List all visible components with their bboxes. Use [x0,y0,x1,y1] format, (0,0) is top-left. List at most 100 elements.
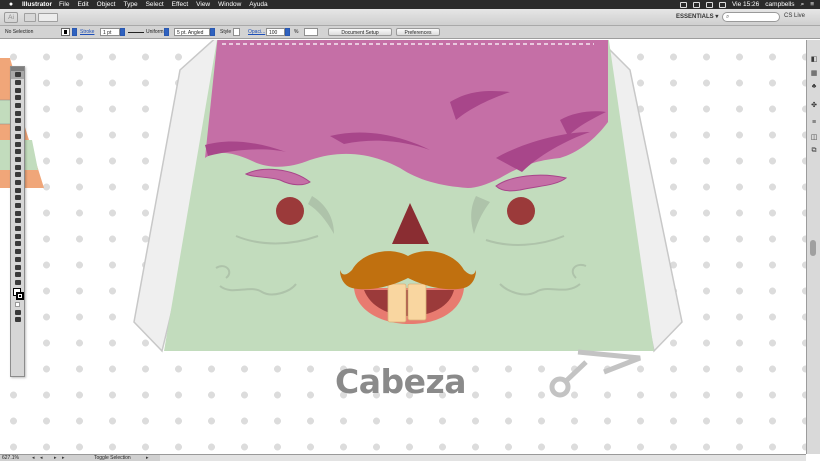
bridge-button[interactable] [24,13,36,22]
stroke-label[interactable]: Stroke [80,28,94,36]
brush-definition-field[interactable]: 5 pt. Angled [174,28,210,36]
rectangle-tool-icon[interactable] [11,125,24,133]
preferences-button[interactable]: Preferences [396,28,440,36]
fill-color-swatch[interactable] [61,28,70,36]
draw-mode-icon[interactable] [11,308,24,316]
width-tool-icon[interactable] [11,179,24,187]
eraser-tool-icon[interactable] [11,156,24,164]
graphic-style-swatch[interactable] [233,28,240,36]
status-selection-mode[interactable]: Toggle Selection [94,455,131,461]
battery-icon[interactable] [718,1,726,8]
magic-wand-tool-icon[interactable] [11,86,24,94]
direct-selection-tool-icon[interactable] [11,79,24,87]
stroke-profile-label[interactable]: Uniform [146,28,164,36]
menubar-user[interactable]: campbells [765,1,794,8]
mesh-tool-icon[interactable] [11,209,24,217]
color-panel-icon[interactable]: ◧ [809,54,819,63]
pencil-tool-icon[interactable] [11,140,24,148]
symbol-sprayer-tool-icon[interactable] [11,240,24,248]
wifi-icon[interactable] [692,1,700,8]
menubar-clock[interactable]: Vie 15:26 [732,1,759,8]
perspective-grid-tool-icon[interactable] [11,202,24,210]
column-graph-tool-icon[interactable] [11,248,24,256]
artboard-tool-icon[interactable] [11,256,24,264]
opacity-field[interactable]: 100 [266,28,285,36]
stroke-profile-dropdown[interactable] [164,28,169,36]
gradient-tool-icon[interactable] [11,217,24,225]
cabeza-label: Cabeza [335,362,466,401]
menu-effect[interactable]: Effect [172,1,189,8]
dropbox-icon[interactable] [679,1,687,8]
appearance-panel-icon[interactable]: ◫ [809,132,819,141]
vertical-scrollbar[interactable] [810,240,816,256]
arrange-documents-button[interactable] [38,13,58,22]
notification-list-icon[interactable]: ≡ [810,1,814,8]
stroke-panel-icon[interactable]: ≡ [809,118,819,127]
layers-panel-icon[interactable]: ⧉ [809,146,819,155]
free-transform-tool-icon[interactable] [11,186,24,194]
status-menu-icon[interactable]: ▸ [146,456,151,461]
menu-type[interactable]: Type [123,1,137,8]
illustrator-logo: Ai [4,12,18,23]
stroke-weight-dropdown[interactable] [120,28,125,36]
none-color-button[interactable] [15,302,20,308]
recolor-artwork-button[interactable] [304,28,318,36]
menu-app-name[interactable]: Illustrator [22,1,52,8]
type-tool-icon[interactable] [11,109,24,117]
menu-edit[interactable]: Edit [77,1,88,8]
selection-tool-icon[interactable] [11,71,24,79]
volume-icon[interactable] [705,1,713,8]
previous-artboard-icon[interactable]: ◂ [40,456,45,461]
stroke-weight-field[interactable]: 1 pt [100,28,120,36]
pen-tool-icon[interactable] [11,102,24,110]
swatches-panel-icon[interactable]: ▦ [809,68,819,77]
stroke-swatch[interactable] [16,292,24,301]
menu-select[interactable]: Select [146,1,164,8]
line-segment-tool-icon[interactable] [11,117,24,125]
blob-brush-tool-icon[interactable] [11,148,24,156]
help-search-input[interactable]: ⌕ [722,12,780,22]
zoom-level[interactable]: 627.1% [2,455,19,461]
menu-window[interactable]: Window [218,1,241,8]
blend-tool-icon[interactable] [11,232,24,240]
horizontal-scrollbar[interactable] [160,455,806,461]
search-icon: ⌕ [726,14,730,20]
right-tooth [407,283,427,321]
scale-tool-icon[interactable] [11,171,24,179]
status-bar: 627.1% ◂ ◂ ▸ ▸ Toggle Selection ▸ [0,454,806,461]
left-tooth [387,283,407,323]
lasso-tool-icon[interactable] [11,94,24,102]
tools-panel [10,66,25,377]
fill-stroke-controls [11,286,24,308]
opacity-label[interactable]: Opaci... [248,28,265,36]
right-eye [507,197,535,225]
symbols-panel-icon[interactable]: ✤ [809,100,819,109]
brush-dropdown[interactable] [210,28,215,36]
screen-mode-icon[interactable] [11,316,24,324]
next-artboard-icon[interactable]: ▸ [54,456,59,461]
panel-dock: ◧ ▦ ♣ ✤ ≡ ◫ ⧉ [806,40,820,454]
menu-file[interactable]: File [59,1,69,8]
fill-dropdown-button[interactable] [72,28,77,36]
eyedropper-tool-icon[interactable] [11,225,24,233]
zoom-tool-icon[interactable] [11,279,24,287]
brushes-panel-icon[interactable]: ♣ [809,82,819,91]
apple-logo-icon[interactable]: ● [6,1,16,8]
first-artboard-icon[interactable]: ◂ [32,456,37,461]
document-setup-button[interactable]: Document Setup [328,28,392,36]
workspace-switcher[interactable]: ESSENTIALS ▾ [676,13,718,20]
slice-tool-icon[interactable] [11,263,24,271]
last-artboard-icon[interactable]: ▸ [62,456,67,461]
cs-live-button[interactable]: CS Live [784,13,805,19]
hand-tool-icon[interactable] [11,271,24,279]
document-canvas[interactable]: Cabeza [0,40,806,454]
opacity-unit: % [294,29,299,35]
menu-view[interactable]: View [196,1,210,8]
paintbrush-tool-icon[interactable] [11,133,24,141]
menu-help[interactable]: Ayuda [249,1,267,8]
menu-object[interactable]: Object [97,1,116,8]
shape-builder-tool-icon[interactable] [11,194,24,202]
rotate-tool-icon[interactable] [11,163,24,171]
spotlight-search-icon[interactable]: ⌕ [801,1,805,9]
opacity-dropdown[interactable] [285,28,290,36]
